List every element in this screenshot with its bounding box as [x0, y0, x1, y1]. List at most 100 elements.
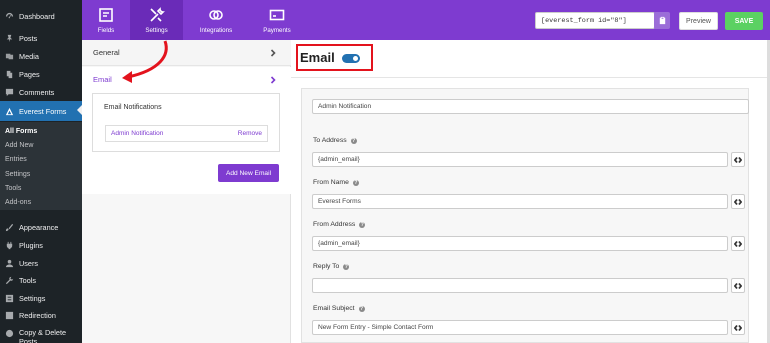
- add-new-email-button[interactable]: Add New Email: [218, 164, 279, 182]
- smart-tags-button[interactable]: [731, 152, 745, 167]
- menu-label: Copy & Delete Posts: [19, 328, 67, 343]
- remove-notification-link[interactable]: Remove: [238, 130, 262, 137]
- code-brackets-icon: [734, 198, 742, 205]
- from-address-label: From Address?: [313, 221, 366, 228]
- reply-to-label: Reply To?: [313, 263, 350, 270]
- pin-icon: [5, 34, 14, 43]
- tab-fields[interactable]: Fields: [82, 0, 130, 40]
- menu-appearance[interactable]: Appearance: [0, 219, 82, 236]
- media-icon: [5, 52, 14, 61]
- email-subject-label: Email Subject?: [313, 305, 365, 312]
- help-icon[interactable]: ?: [359, 221, 366, 228]
- help-icon[interactable]: ?: [358, 305, 365, 312]
- tab-payments[interactable]: Payments: [250, 0, 304, 40]
- email-subject-field[interactable]: New Form Entry - Simple Contact Form: [312, 320, 728, 335]
- tab-label: Payments: [263, 26, 291, 34]
- notification-name-field[interactable]: Admin Notification: [312, 99, 749, 114]
- from-name-label: From Name?: [313, 179, 359, 186]
- field-label: From Name: [313, 179, 349, 186]
- menu-label: Settings: [19, 294, 46, 303]
- notification-item[interactable]: Admin Notification Remove: [105, 125, 268, 142]
- to-address-field[interactable]: {admin_email}: [312, 152, 728, 167]
- tab-label: Integrations: [199, 26, 233, 34]
- preview-button[interactable]: Preview: [679, 12, 718, 30]
- menu-copy-delete-posts[interactable]: Copy & Delete Posts: [0, 325, 82, 343]
- email-settings-main: Email Admin Notification To Address? {ad…: [291, 40, 770, 343]
- code-brackets-icon: [734, 240, 742, 247]
- chevron-right-icon: [269, 76, 277, 84]
- menu-settings[interactable]: Settings: [0, 290, 82, 307]
- submenu-entries[interactable]: Entries: [5, 152, 27, 166]
- page-title: Email: [300, 50, 335, 65]
- menu-label: Media: [19, 52, 39, 61]
- code-brackets-icon: [734, 282, 742, 289]
- plugin-icon: [5, 241, 14, 250]
- submenu-add-new[interactable]: Add New: [5, 138, 33, 152]
- menu-label: Tools: [19, 276, 37, 285]
- from-address-field[interactable]: {admin_email}: [312, 236, 728, 251]
- menu-label: Everest Forms: [19, 106, 67, 116]
- reply-to-field[interactable]: [312, 278, 728, 293]
- submenu-add-ons[interactable]: Add-ons: [5, 195, 31, 209]
- redirection-icon: [5, 311, 14, 320]
- fields-icon: [99, 7, 113, 22]
- menu-label: Comments: [19, 88, 55, 97]
- smart-tags-button[interactable]: [731, 278, 745, 293]
- menu-tools[interactable]: Tools: [0, 272, 82, 289]
- menu-redirection[interactable]: Redirection: [0, 307, 82, 324]
- save-button[interactable]: SAVE: [725, 12, 763, 30]
- notification-form-card: Admin Notification To Address? {admin_em…: [301, 88, 749, 343]
- smart-tags-button[interactable]: [731, 194, 745, 209]
- menu-pages[interactable]: Pages: [0, 66, 82, 83]
- dashboard-icon: [5, 12, 14, 21]
- help-icon[interactable]: ?: [352, 179, 359, 186]
- menu-everest-forms[interactable]: Everest Forms: [0, 101, 82, 121]
- integrations-icon: [209, 9, 223, 20]
- clipboard-icon: [659, 16, 665, 25]
- menu-label: Posts: [19, 34, 38, 43]
- tab-label: Settings: [145, 26, 168, 34]
- comment-icon: [5, 88, 14, 97]
- everest-forms-submenu: All Forms Add New Entries Settings Tools…: [0, 122, 82, 210]
- tab-integrations[interactable]: Integrations: [188, 0, 244, 40]
- field-label: Email Subject: [313, 305, 355, 312]
- settings-icon: [5, 294, 14, 303]
- menu-label: Plugins: [19, 241, 43, 250]
- tab-settings[interactable]: Settings: [130, 0, 183, 40]
- shortcode-field[interactable]: [everest_form id="8"]: [535, 12, 655, 29]
- email-header: Email: [291, 40, 770, 78]
- email-notifications-box: Email Notifications Admin Notification R…: [92, 93, 280, 152]
- copy-shortcode-button[interactable]: [654, 12, 670, 29]
- menu-dashboard[interactable]: Dashboard: [0, 8, 82, 25]
- submenu-settings[interactable]: Settings: [5, 167, 30, 181]
- settings-tools-icon: [149, 6, 165, 22]
- copy-icon: [5, 329, 14, 338]
- pages-icon: [5, 70, 14, 79]
- notification-name: Admin Notification: [111, 130, 164, 137]
- menu-label: Pages: [19, 70, 40, 79]
- email-enable-toggle[interactable]: [342, 54, 360, 63]
- everest-forms-icon: [5, 107, 14, 116]
- menu-label: Appearance: [19, 223, 59, 232]
- menu-users[interactable]: Users: [0, 255, 82, 272]
- app-root: Dashboard Posts Media Pages Comments Eve…: [0, 0, 770, 343]
- from-name-field[interactable]: Everest Forms: [312, 194, 728, 209]
- smart-tags-button[interactable]: [731, 236, 745, 251]
- menu-media[interactable]: Media: [0, 48, 82, 65]
- wrench-icon: [5, 276, 14, 285]
- tab-label: Fields: [97, 26, 115, 34]
- submenu-all-forms[interactable]: All Forms: [5, 124, 37, 138]
- to-address-label: To Address?: [313, 137, 357, 144]
- code-brackets-icon: [734, 324, 742, 331]
- help-icon[interactable]: ?: [350, 137, 357, 144]
- menu-plugins[interactable]: Plugins: [0, 237, 82, 254]
- help-icon[interactable]: ?: [343, 263, 350, 270]
- code-brackets-icon: [734, 156, 742, 163]
- smart-tags-button[interactable]: [731, 320, 745, 335]
- menu-comments[interactable]: Comments: [0, 84, 82, 101]
- menu-posts[interactable]: Posts: [0, 30, 82, 47]
- chevron-right-icon: [269, 49, 277, 57]
- submenu-tools[interactable]: Tools: [5, 181, 21, 195]
- wp-admin-sidebar: Dashboard Posts Media Pages Comments Eve…: [0, 0, 82, 343]
- field-label: Reply To: [313, 263, 340, 270]
